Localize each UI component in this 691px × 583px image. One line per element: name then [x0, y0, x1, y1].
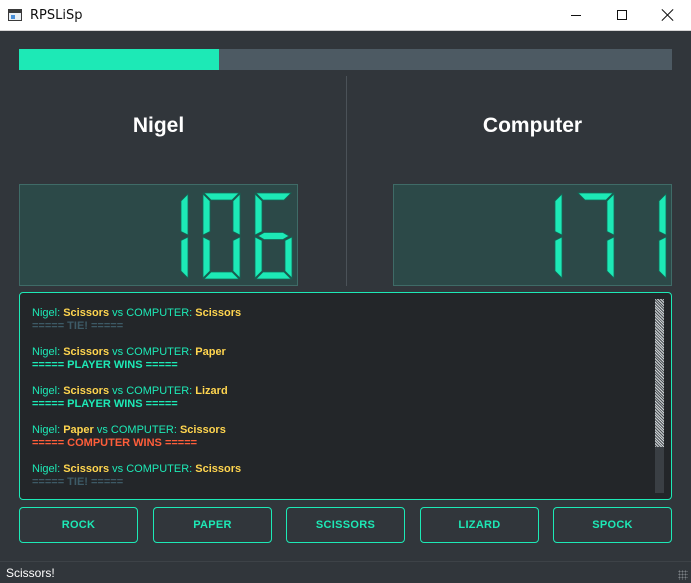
- paper-button[interactable]: PAPER: [153, 507, 272, 543]
- log-match-line: Nigel: Scissors vs COMPUTER: Scissors: [32, 307, 241, 320]
- log-result: ===== COMPUTER WINS =====: [32, 437, 198, 449]
- log-player-move: Scissors: [63, 385, 110, 397]
- player-score-digit-segment: [202, 193, 211, 236]
- minimize-button[interactable]: [553, 0, 599, 31]
- log-match-line: Nigel: Paper vs COMPUTER: Scissors: [32, 424, 226, 437]
- log-computer-move: Scissors: [195, 463, 242, 475]
- player-score-display: [19, 184, 298, 286]
- vertical-divider: [346, 76, 347, 286]
- log-entry: Nigel: Paper vs COMPUTER: Scissors ===== …: [32, 424, 226, 450]
- player-score-digit-segment: [257, 232, 290, 240]
- log-vs-label: vs COMPUTER:: [112, 307, 193, 319]
- computer-score-digits: [554, 192, 667, 279]
- log-computer-move: Paper: [195, 346, 226, 358]
- log-computer-move: Lizard: [195, 385, 228, 397]
- log-player-name: Nigel: [32, 424, 58, 436]
- log-match-line: Nigel: Scissors vs COMPUTER: Scissors: [32, 463, 241, 476]
- computer-score-digit-segment: [554, 193, 563, 236]
- log-entry: Nigel: Scissors vs COMPUTER: Paper ===== …: [32, 346, 226, 372]
- player-score-digit-segment: [180, 193, 189, 236]
- player-score-digit-segment: [284, 236, 293, 279]
- log-entry: Nigel: Scissors vs COMPUTER: Scissors ===…: [32, 307, 241, 333]
- log-player-move: Scissors: [63, 307, 110, 319]
- progress-fill: [19, 49, 219, 70]
- computer-score-digit-segment: [554, 236, 563, 279]
- window-title: RPSLiSp: [30, 8, 83, 23]
- status-text: Scissors!: [6, 566, 55, 580]
- log-player-name: Nigel: [32, 385, 58, 397]
- log-player-name: Nigel: [32, 307, 58, 319]
- computer-name: Computer: [482, 114, 583, 137]
- computer-score-display: [393, 184, 672, 286]
- log-entry: Nigel: Scissors vs COMPUTER: Lizard =====…: [32, 385, 228, 411]
- log-entry: Nigel: Scissors vs COMPUTER: Scissors ===…: [32, 463, 241, 489]
- log-result: ===== TIE! =====: [32, 320, 124, 332]
- player-score-digits: [180, 192, 293, 280]
- log-vs-label: vs COMPUTER:: [112, 463, 193, 475]
- computer-score-digit-segment: [606, 236, 615, 279]
- log-player-move: Scissors: [63, 346, 110, 358]
- log-player-name: Nigel: [32, 346, 58, 358]
- computer-score-digit-segment: [577, 192, 614, 201]
- player-score-digit-segment: [203, 192, 240, 201]
- player-score-digit-segment: [255, 192, 292, 201]
- log-player-move: Scissors: [63, 463, 110, 475]
- spock-button[interactable]: SPOCK: [553, 507, 672, 543]
- maximize-button[interactable]: [599, 0, 645, 31]
- log-vs-label: vs COMPUTER:: [112, 385, 193, 397]
- player-name: Nigel: [132, 114, 185, 137]
- log-scrollbar-thumb[interactable]: [655, 299, 664, 447]
- log-player-name: Nigel: [32, 463, 58, 475]
- player-score-digit: [254, 192, 293, 280]
- log-scrollbar[interactable]: [655, 299, 664, 493]
- status-bar: Scissors!: [0, 561, 691, 583]
- player-score-digit-segment: [203, 271, 240, 280]
- computer-score-digit: [658, 193, 667, 279]
- computer-score-digit-segment: [658, 236, 667, 279]
- resize-grip-icon[interactable]: [678, 570, 688, 580]
- player-score-digit: [202, 192, 241, 280]
- log-match-line: Nigel: Scissors vs COMPUTER: Lizard: [32, 385, 228, 398]
- game-log[interactable]: Nigel: Scissors vs COMPUTER: Scissors ===…: [19, 292, 672, 500]
- progress-bar: [19, 49, 672, 70]
- log-vs-label: vs COMPUTER:: [112, 346, 193, 358]
- log-result: ===== TIE! =====: [32, 476, 124, 488]
- close-button[interactable]: [645, 0, 691, 31]
- lizard-button[interactable]: LIZARD: [420, 507, 539, 543]
- rock-button[interactable]: ROCK: [19, 507, 138, 543]
- log-result: ===== PLAYER WINS =====: [32, 398, 178, 410]
- log-computer-move: Scissors: [195, 307, 242, 319]
- player-score-digit-segment: [255, 271, 292, 280]
- player-score-digit-segment: [202, 236, 211, 279]
- computer-score-digit: [554, 193, 563, 279]
- computer-score-digit-segment: [658, 193, 667, 236]
- log-result: ===== PLAYER WINS =====: [32, 359, 178, 371]
- scissors-button[interactable]: SCISSORS: [286, 507, 405, 543]
- log-match-line: Nigel: Scissors vs COMPUTER: Paper: [32, 346, 226, 359]
- log-player-move: Paper: [63, 424, 94, 436]
- player-score-digit-segment: [254, 236, 263, 279]
- player-score-digit-segment: [254, 193, 263, 236]
- app-window-icon: [8, 9, 22, 21]
- computer-score-digit: [577, 192, 615, 279]
- player-score-digit: [180, 193, 189, 279]
- close-icon: [661, 8, 675, 22]
- minimize-icon: [571, 15, 581, 16]
- player-score-digit-segment: [232, 236, 241, 279]
- player-score-digit-segment: [232, 193, 241, 236]
- title-bar: RPSLiSp: [0, 0, 691, 31]
- log-computer-move: Scissors: [179, 424, 226, 436]
- log-vs-label: vs COMPUTER:: [96, 424, 177, 436]
- maximize-icon: [617, 10, 627, 20]
- player-score-digit-segment: [180, 236, 189, 279]
- computer-score-digit-segment: [606, 193, 615, 236]
